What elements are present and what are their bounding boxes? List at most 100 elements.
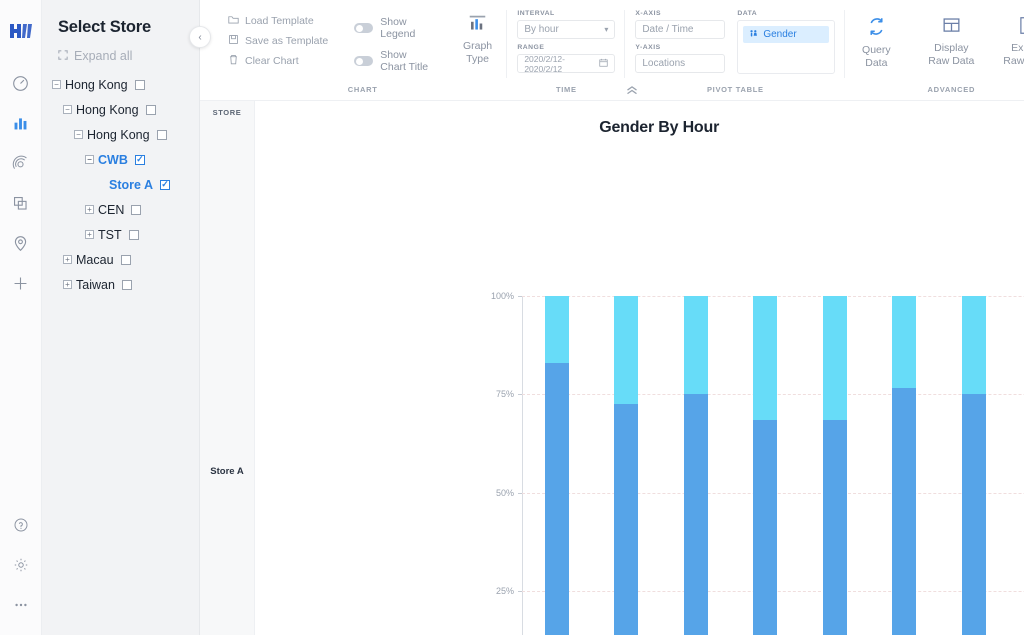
expand-node-icon[interactable]: + bbox=[85, 230, 94, 239]
chart-bar[interactable] bbox=[753, 296, 778, 635]
show-chart-title-toggle[interactable]: Show Chart Title bbox=[354, 49, 429, 73]
chart-bar[interactable] bbox=[544, 296, 569, 635]
collapse-node-icon[interactable]: − bbox=[63, 105, 72, 114]
show-legend-toggle[interactable]: Show Legend bbox=[354, 16, 429, 40]
query-data-line2: Data bbox=[865, 57, 888, 70]
save-as-template-button[interactable]: Save as Template bbox=[228, 34, 328, 48]
bar-segment-female[interactable] bbox=[614, 296, 639, 405]
tree-node-checkbox[interactable] bbox=[121, 279, 132, 290]
tree-node[interactable]: − Hong Kong bbox=[42, 72, 199, 97]
tree-node-checkbox[interactable] bbox=[134, 79, 145, 90]
time-group-label: TIME bbox=[555, 85, 577, 94]
ribbon-collapse-button[interactable] bbox=[625, 86, 638, 98]
store-column: STORE Store A bbox=[200, 101, 255, 635]
bar-segment-male[interactable] bbox=[892, 388, 917, 635]
tree-node-checkbox[interactable] bbox=[156, 129, 167, 140]
graph-type-label-line1: Graph bbox=[462, 40, 493, 53]
query-data-line1: Query bbox=[862, 44, 891, 57]
tree-node[interactable]: Store A ✓ bbox=[42, 172, 199, 197]
tree-node[interactable]: + TST bbox=[42, 222, 199, 247]
display-raw-data-line2: Raw Data bbox=[928, 55, 975, 68]
gender-icon bbox=[749, 29, 758, 41]
tree-node[interactable]: + Taiwan bbox=[42, 272, 199, 297]
x-axis-input[interactable]: Date / Time bbox=[635, 20, 726, 39]
plus-icon[interactable] bbox=[5, 267, 37, 299]
chart-bar[interactable] bbox=[822, 296, 847, 635]
main-area: Load Template Save as Template Clear Cha… bbox=[200, 0, 1024, 635]
export-raw-data-line2: Raw Data bbox=[1003, 55, 1024, 68]
expand-node-icon[interactable]: + bbox=[85, 205, 94, 214]
chart-command-list: Load Template Save as Template Clear Cha… bbox=[228, 14, 328, 68]
x-axis-label: X-AXIS bbox=[635, 10, 661, 17]
expand-node-icon[interactable]: + bbox=[63, 280, 72, 289]
bar-segment-male[interactable] bbox=[544, 362, 569, 635]
expand-node-icon[interactable]: + bbox=[63, 255, 72, 264]
tree-node-label: Hong Kong bbox=[87, 127, 150, 142]
load-template-button[interactable]: Load Template bbox=[228, 14, 328, 28]
tree-node-checkbox[interactable]: ✓ bbox=[160, 179, 170, 190]
chart-bar[interactable] bbox=[683, 296, 708, 635]
x-axis-value: Date / Time bbox=[642, 24, 694, 35]
more-icon[interactable] bbox=[5, 589, 37, 621]
bar-segment-female[interactable] bbox=[892, 296, 917, 389]
refresh-icon bbox=[866, 16, 887, 41]
bar-segment-male[interactable] bbox=[683, 394, 708, 635]
chart-toggle-list: Show Legend Show Chart Title bbox=[354, 14, 429, 73]
bar-segment-female[interactable] bbox=[961, 296, 986, 395]
tree-node-checkbox[interactable] bbox=[131, 204, 142, 215]
tree-node[interactable]: − Hong Kong bbox=[42, 122, 199, 147]
bar-segment-female[interactable] bbox=[544, 296, 569, 363]
range-field: RANGE 2020/2/12-2020/2/12 bbox=[517, 44, 616, 74]
expand-all-button[interactable]: Expand all bbox=[42, 49, 199, 63]
settings-gear-icon[interactable] bbox=[5, 549, 37, 581]
bar-segment-female[interactable] bbox=[683, 296, 708, 395]
tree-node[interactable]: + CEN bbox=[42, 197, 199, 222]
chart-bar[interactable] bbox=[614, 296, 639, 635]
range-picker[interactable]: 2020/2/12-2020/2/12 bbox=[517, 54, 616, 74]
export-raw-data-button[interactable]: x Export Raw Data bbox=[999, 16, 1024, 68]
ribbon-group-advanced: Query Data Display Raw Data Ex Raw ADVAN… bbox=[845, 0, 1024, 100]
chart-bar[interactable] bbox=[892, 296, 917, 635]
bar-chart-icon[interactable] bbox=[5, 107, 37, 139]
bar-segment-male[interactable] bbox=[614, 404, 639, 635]
layers-icon[interactable] bbox=[5, 187, 37, 219]
tree-node-checkbox[interactable] bbox=[128, 229, 139, 240]
bar-segment-female[interactable] bbox=[753, 296, 778, 420]
app-logo[interactable] bbox=[9, 22, 33, 45]
data-chip-gender[interactable]: Gender bbox=[743, 26, 830, 43]
y-axis-field: Y-AXIS Locations bbox=[635, 44, 726, 73]
y-axis-input[interactable]: Locations bbox=[635, 54, 726, 73]
radar-icon[interactable] bbox=[5, 147, 37, 179]
sidebar-collapse-button[interactable]: ‹ bbox=[189, 26, 211, 48]
collapse-node-icon[interactable]: − bbox=[52, 80, 61, 89]
tree-node-checkbox[interactable] bbox=[120, 254, 131, 265]
tree-node-checkbox[interactable] bbox=[145, 104, 156, 115]
bar-segment-male[interactable] bbox=[753, 419, 778, 635]
interval-select[interactable]: By hour ▾ bbox=[517, 20, 616, 39]
tree-node-checkbox[interactable]: ✓ bbox=[134, 154, 145, 165]
bar-segment-female[interactable] bbox=[822, 296, 847, 420]
tree-node-label: CEN bbox=[98, 202, 125, 217]
collapse-node-icon[interactable]: − bbox=[85, 155, 94, 164]
save-as-template-label: Save as Template bbox=[245, 35, 329, 47]
collapse-node-icon[interactable]: − bbox=[74, 130, 83, 139]
display-raw-data-button[interactable]: Display Raw Data bbox=[924, 16, 978, 68]
show-chart-title-switch[interactable] bbox=[354, 56, 374, 66]
tree-node-label: Hong Kong bbox=[65, 77, 128, 92]
tree-node[interactable]: + Macau bbox=[42, 247, 199, 272]
bar-segment-male[interactable] bbox=[961, 394, 986, 635]
help-icon[interactable] bbox=[5, 509, 37, 541]
chart-bar[interactable] bbox=[961, 296, 986, 635]
clear-chart-button[interactable]: Clear Chart bbox=[228, 54, 328, 68]
location-pin-icon[interactable] bbox=[5, 227, 37, 259]
tree-node-label: Store A bbox=[109, 177, 153, 192]
y-tick-mark bbox=[518, 492, 522, 494]
bar-segment-male[interactable] bbox=[822, 419, 847, 635]
dashboard-icon[interactable] bbox=[5, 67, 37, 99]
tree-node[interactable]: − CWB ✓ bbox=[42, 147, 199, 172]
query-data-button[interactable]: Query Data bbox=[849, 16, 903, 70]
show-legend-switch[interactable] bbox=[354, 23, 374, 33]
graph-type-button[interactable]: Graph Type bbox=[458, 14, 498, 66]
tree-node[interactable]: − Hong Kong bbox=[42, 97, 199, 122]
data-dropzone[interactable]: Gender bbox=[737, 20, 836, 74]
